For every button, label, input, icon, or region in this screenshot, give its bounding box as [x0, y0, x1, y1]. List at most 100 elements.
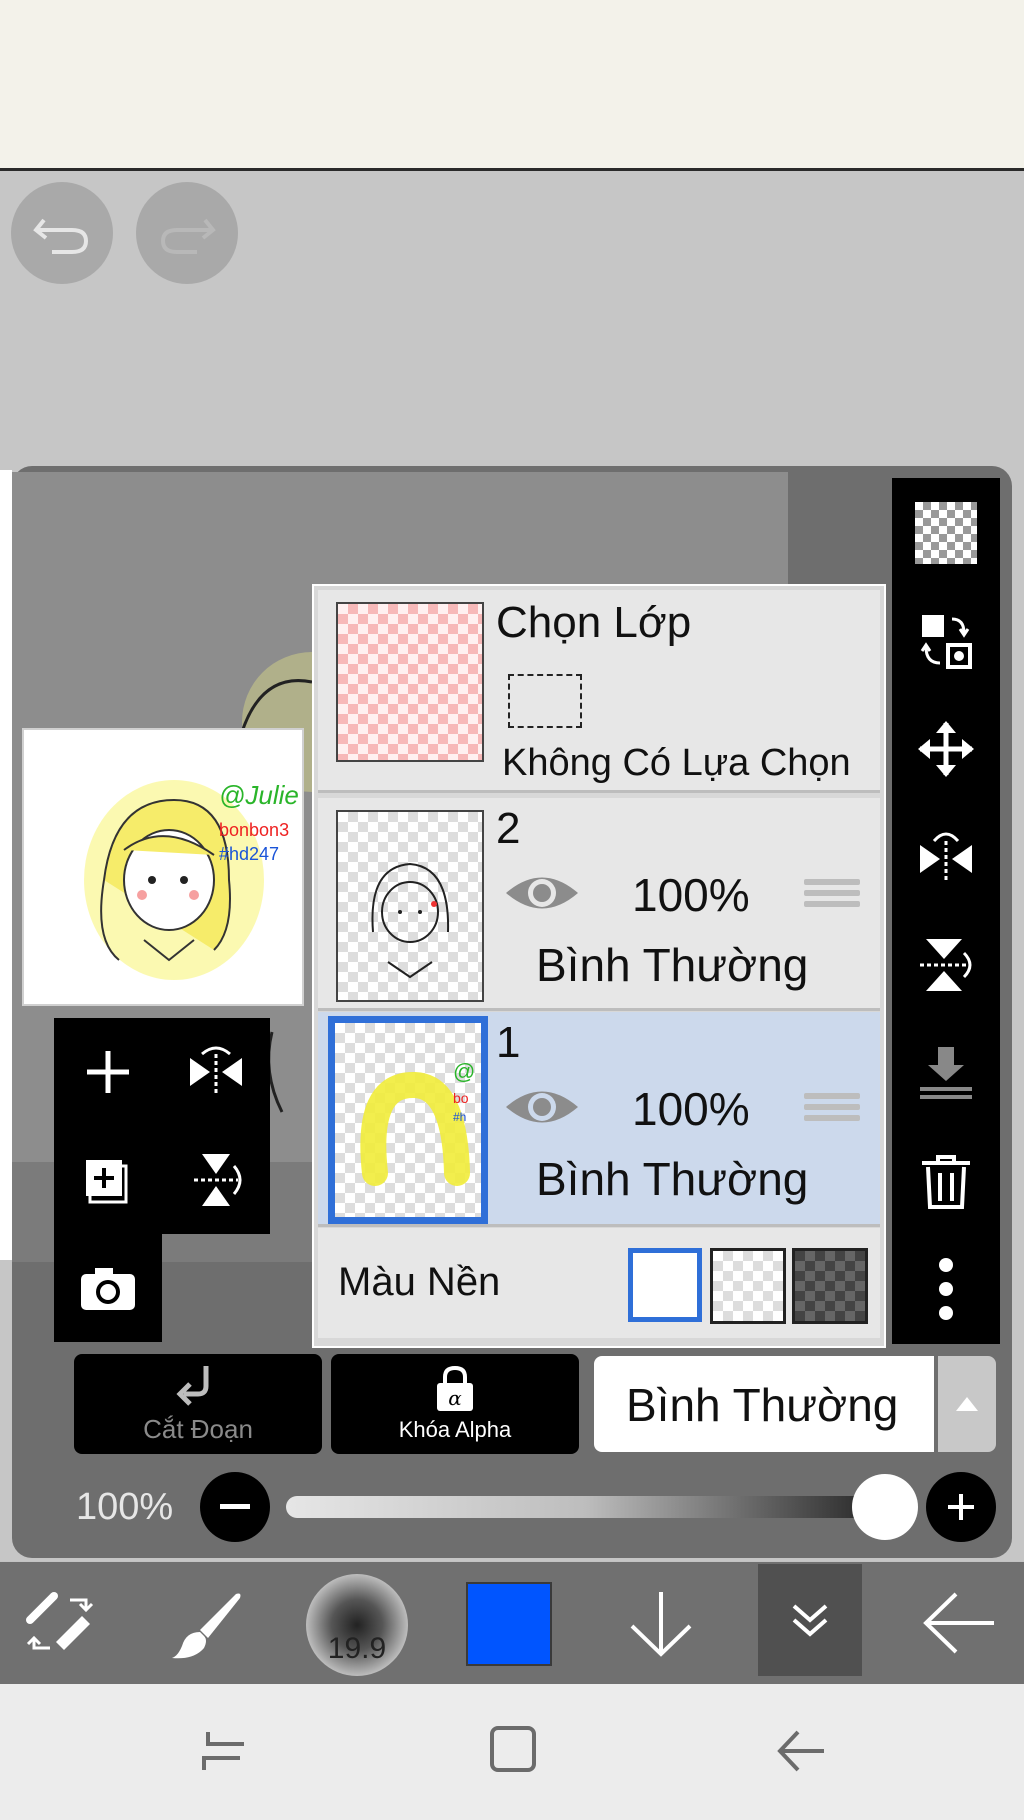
layer-blend-mode: Bình Thường — [536, 1153, 809, 1205]
eye-icon — [506, 1091, 578, 1123]
opacity-slider-thumb[interactable] — [852, 1474, 918, 1540]
layer-row-selected[interactable]: @ bo #h 1 100% Bình Thường — [318, 1012, 880, 1227]
visibility-toggle[interactable] — [504, 1084, 580, 1130]
preview-text-2: bonbon3 — [219, 820, 290, 840]
flip-vertical-icon — [920, 939, 972, 991]
selection-layer-title: Chọn Lớp — [496, 598, 692, 647]
bg-transparent-swatch[interactable] — [710, 1248, 786, 1324]
undo-icon — [33, 218, 89, 254]
layer-thumbnail: @ bo #h — [328, 1016, 488, 1224]
svg-text:#h: #h — [453, 1110, 466, 1124]
opacity-slider[interactable] — [286, 1496, 886, 1518]
swap-layer-button[interactable] — [892, 596, 1000, 686]
tool-switch-button[interactable] — [24, 1590, 98, 1658]
navigator-preview[interactable]: @Julie bonbon3 #hd247 — [22, 728, 304, 1006]
alpha-lock-button[interactable]: α Khóa Alpha — [331, 1354, 579, 1454]
recent-apps-icon — [202, 1732, 244, 1770]
svg-text:@: @ — [453, 1059, 475, 1084]
flip-vertical-toolbar-button[interactable] — [892, 920, 1000, 1010]
preview-text-3: #hd247 — [219, 844, 280, 864]
home-button[interactable] — [488, 1724, 538, 1774]
layer-1-artwork: @ bo #h — [360, 1059, 475, 1186]
duplicate-icon — [86, 1160, 128, 1204]
back-arrow-button[interactable] — [920, 1590, 998, 1656]
alpha-lock-label: Khóa Alpha — [398, 1417, 512, 1442]
clipping-icon — [176, 1365, 209, 1406]
layer-thumbnail — [336, 810, 484, 1002]
color-swatch-button[interactable] — [466, 1582, 552, 1666]
layer-opacity: 100% — [632, 869, 750, 921]
selection-layer-row[interactable]: Chọn Lớp Không Có Lựa Chọn — [318, 590, 880, 793]
more-vertical-icon — [939, 1258, 953, 1320]
selection-layer-thumbnail — [336, 602, 484, 762]
merge-down-button[interactable] — [892, 1028, 1000, 1118]
blend-mode-select[interactable]: Bình Thường — [594, 1356, 934, 1452]
more-options-button[interactable] — [892, 1244, 1000, 1334]
duplicate-layer-button[interactable] — [54, 1126, 162, 1234]
scroll-down-button[interactable] — [626, 1588, 696, 1660]
preview-artwork — [84, 780, 264, 980]
bottom-toolbar: 19.9 — [0, 1562, 1024, 1684]
move-icon — [918, 721, 974, 777]
flip-vertical-icon — [194, 1154, 242, 1206]
opacity-decrease-button[interactable] — [200, 1472, 270, 1542]
flip-horizontal-icon — [190, 1046, 242, 1094]
delete-layer-button[interactable] — [892, 1136, 1000, 1226]
flip-vertical-button[interactable] — [162, 1126, 270, 1234]
recent-apps-button[interactable] — [198, 1728, 250, 1774]
flip-horizontal-toolbar-button[interactable] — [892, 812, 1000, 902]
brush-size-value: 19.9 — [327, 1632, 387, 1665]
layer-2-artwork — [371, 862, 450, 979]
opacity-increase-button[interactable] — [926, 1472, 996, 1542]
opacity-value: 100% — [76, 1486, 174, 1528]
preview-text-1: @Julie — [219, 780, 299, 810]
clipping-button[interactable]: Cắt Đoạn — [74, 1354, 322, 1454]
plus-icon — [87, 1051, 129, 1093]
flip-horizontal-icon — [920, 832, 972, 883]
canvas-edge — [0, 470, 12, 1260]
bg-white-swatch[interactable] — [628, 1248, 702, 1322]
camera-icon — [81, 1268, 135, 1310]
plus-icon — [948, 1494, 974, 1520]
clipping-label: Cắt Đoạn — [143, 1413, 253, 1444]
bg-dark-swatch[interactable] — [792, 1248, 868, 1324]
layer-row[interactable]: 2 100% Bình Thường — [318, 798, 880, 1011]
system-navigation-bar — [0, 1684, 1024, 1820]
undo-button[interactable] — [11, 182, 113, 284]
layer-number: 1 — [496, 1018, 521, 1067]
move-layer-button[interactable] — [892, 704, 1000, 794]
collapse-panel-button[interactable] — [758, 1564, 862, 1676]
drag-handle-icon[interactable] — [804, 874, 860, 914]
brush-tool-button[interactable] — [170, 1588, 246, 1660]
brush-size-button[interactable]: 19.9 — [306, 1574, 408, 1676]
blend-mode-value: Bình Thường — [626, 1379, 899, 1431]
redo-icon — [160, 218, 216, 254]
background-color-label: Màu Nền — [338, 1260, 501, 1304]
selection-marquee-icon — [508, 674, 582, 728]
arrow-down-icon — [630, 1592, 692, 1657]
swap-icon — [920, 615, 972, 669]
eye-icon — [506, 877, 578, 909]
camera-button[interactable] — [54, 1234, 162, 1342]
svg-text:bo: bo — [453, 1090, 469, 1106]
transparency-button[interactable] — [892, 488, 1000, 578]
layer-tools-grid — [54, 1018, 270, 1234]
layer-blend-mode: Bình Thường — [536, 939, 809, 991]
brush-icon — [172, 1593, 241, 1659]
minus-icon — [220, 1504, 250, 1509]
system-back-button[interactable] — [774, 1728, 828, 1774]
trash-icon — [922, 1155, 970, 1209]
background-color-row: Màu Nền — [318, 1228, 880, 1338]
drag-handle-icon[interactable] — [804, 1088, 860, 1128]
triangle-up-icon — [956, 1397, 978, 1411]
layers-list: Chọn Lớp Không Có Lựa Chọn 2 100% Bình T… — [312, 584, 886, 1348]
blend-mode-dropdown-button[interactable] — [938, 1356, 996, 1452]
visibility-toggle[interactable] — [504, 870, 580, 916]
flip-horizontal-button[interactable] — [162, 1018, 270, 1126]
brush-eraser-swap-icon — [26, 1592, 94, 1650]
home-icon — [490, 1726, 536, 1772]
lock-icon: α — [437, 1365, 473, 1411]
add-layer-button[interactable] — [54, 1018, 162, 1126]
layer-number: 2 — [496, 804, 521, 853]
redo-button[interactable] — [136, 182, 238, 284]
